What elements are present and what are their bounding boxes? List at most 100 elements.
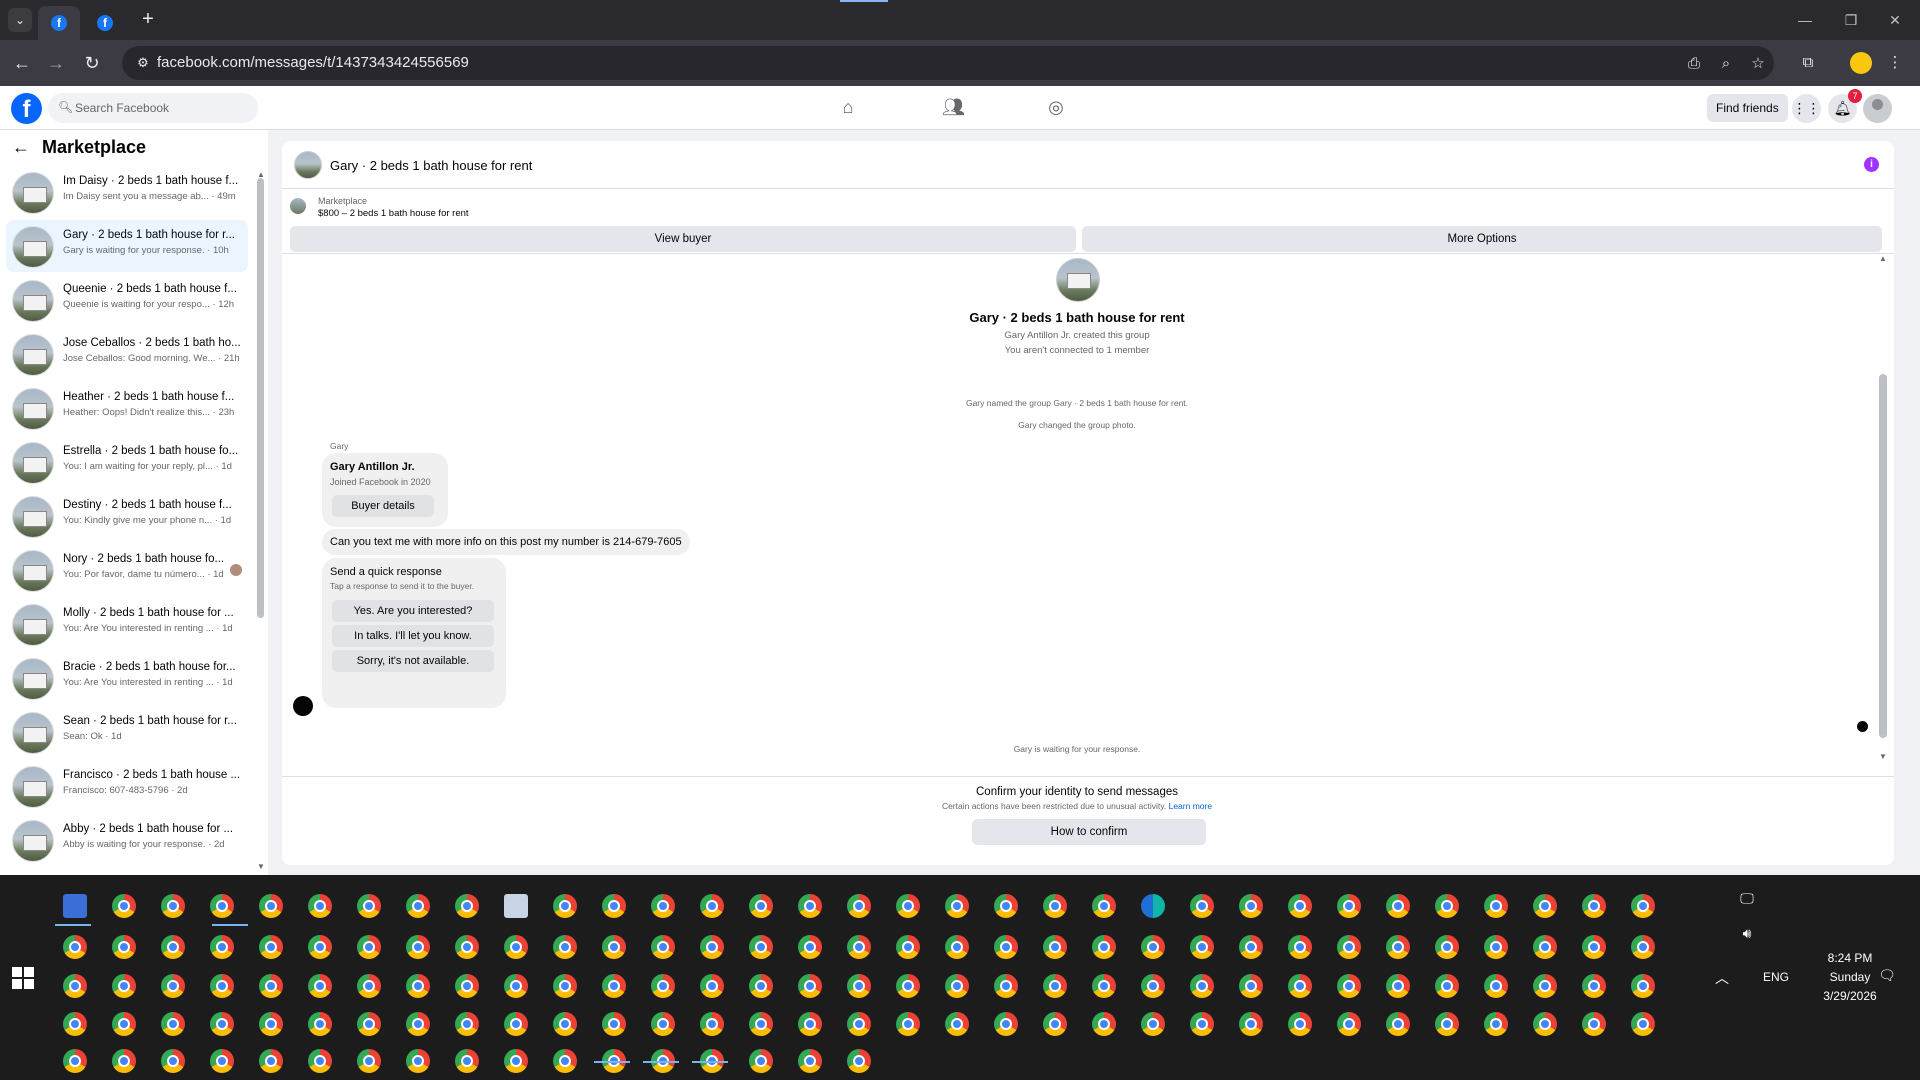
scroll-down-arrow-icon[interactable]: ▼ [1878, 752, 1888, 761]
chrome-app-icon[interactable] [1386, 935, 1410, 959]
chrome-app-icon[interactable] [651, 1012, 675, 1036]
chrome-app-icon[interactable] [308, 1012, 332, 1036]
listing-price[interactable]: $800 – 2 beds 1 bath house for rent [318, 208, 469, 219]
conversation-item-active[interactable]: Gary · 2 beds 1 bath house for r... Gary… [6, 220, 248, 272]
conversation-item[interactable]: Heather · 2 beds 1 bath house f... Heath… [6, 382, 248, 434]
conversation-item[interactable]: Destiny · 2 beds 1 bath house f... You: … [6, 490, 248, 542]
chrome-app-icon[interactable] [406, 935, 430, 959]
chrome-app-icon[interactable] [1043, 894, 1067, 918]
chrome-app-icon[interactable] [1386, 1012, 1410, 1036]
chrome-app-icon[interactable] [1386, 894, 1410, 918]
chrome-app-icon[interactable] [847, 1049, 871, 1073]
info-icon[interactable]: i [1864, 157, 1879, 172]
chrome-app-icon[interactable] [1190, 1012, 1214, 1036]
chrome-app-icon[interactable] [700, 974, 724, 998]
chrome-app-icon[interactable] [1239, 1012, 1263, 1036]
browser-tab-facebook-2[interactable]: f [84, 6, 126, 40]
chrome-app-icon[interactable] [945, 974, 969, 998]
chrome-app-icon[interactable] [553, 1049, 577, 1073]
conversation-item[interactable]: Jose Ceballos · 2 beds 1 bath ho... Jose… [6, 328, 248, 380]
pinned-app-icon[interactable] [63, 894, 87, 918]
chat-title[interactable]: Gary · 2 beds 1 bath house for rent [330, 158, 532, 173]
chrome-app-icon[interactable] [1239, 935, 1263, 959]
chrome-app-icon[interactable] [504, 974, 528, 998]
chrome-app-icon[interactable] [994, 1012, 1018, 1036]
chrome-app-icon[interactable] [112, 935, 136, 959]
chrome-app-icon[interactable] [651, 935, 675, 959]
chrome-app-icon[interactable] [112, 894, 136, 918]
chrome-app-icon[interactable] [553, 935, 577, 959]
chrome-app-icon[interactable] [553, 974, 577, 998]
chrome-app-icon[interactable] [749, 935, 773, 959]
chrome-app-icon[interactable] [259, 935, 283, 959]
facebook-search-input[interactable]: 🔍︎ Search Facebook [48, 93, 258, 123]
friends-icon[interactable]: 👥︎ [942, 96, 965, 118]
chrome-app-icon[interactable] [210, 1012, 234, 1036]
chrome-app-icon[interactable] [1092, 894, 1116, 918]
chrome-app-icon[interactable] [700, 894, 724, 918]
chrome-app-icon[interactable] [1288, 894, 1312, 918]
chrome-app-icon[interactable] [455, 894, 479, 918]
chrome-app-icon[interactable] [1288, 1012, 1312, 1036]
chrome-app-icon[interactable] [161, 1012, 185, 1036]
chrome-app-icon[interactable] [1043, 1012, 1067, 1036]
chrome-app-icon[interactable] [1386, 974, 1410, 998]
windows-start-icon[interactable] [12, 967, 34, 989]
chrome-app-icon[interactable] [847, 974, 871, 998]
chrome-app-icon[interactable] [406, 974, 430, 998]
chrome-app-icon[interactable] [455, 1012, 479, 1036]
chrome-app-icon[interactable] [994, 935, 1018, 959]
bookmark-star-icon[interactable]: ☆ [1748, 54, 1768, 74]
tab-search-dropdown-icon[interactable]: ⌄ [8, 8, 32, 32]
chrome-app-icon[interactable] [553, 1012, 577, 1036]
chrome-app-icon[interactable] [308, 894, 332, 918]
menu-grid-icon[interactable]: ⋮⋮ [1792, 94, 1821, 123]
chrome-app-icon[interactable] [798, 1012, 822, 1036]
chrome-app-icon[interactable] [1190, 974, 1214, 998]
chrome-app-icon[interactable] [1631, 1012, 1655, 1036]
chrome-app-icon[interactable] [308, 1049, 332, 1073]
chrome-app-icon[interactable] [1337, 974, 1361, 998]
chrome-app-icon[interactable] [896, 894, 920, 918]
conversation-item[interactable]: Abby · 2 beds 1 bath house for ... Abby … [6, 814, 248, 866]
quick-response-in-talks-button[interactable]: In talks. I'll let you know. [332, 625, 494, 647]
buyer-details-button[interactable]: Buyer details [332, 495, 434, 517]
chrome-app-icon[interactable] [1582, 974, 1606, 998]
scroll-down-arrow-icon[interactable]: ▼ [256, 862, 266, 871]
chrome-app-icon[interactable] [1582, 1012, 1606, 1036]
back-arrow-icon[interactable]: ← [12, 137, 30, 158]
sidebar-scrollbar[interactable] [257, 178, 264, 618]
edge-app-icon[interactable] [1141, 894, 1165, 918]
chrome-app-icon[interactable] [798, 974, 822, 998]
browser-tab-facebook-1[interactable]: f [38, 6, 80, 40]
chrome-app-icon[interactable] [308, 974, 332, 998]
language-indicator[interactable]: ENG [1756, 970, 1796, 984]
how-to-confirm-button[interactable]: How to confirm [972, 819, 1206, 845]
zoom-icon[interactable]: ⌕ [1716, 54, 1736, 74]
chrome-app-icon[interactable] [700, 935, 724, 959]
chrome-app-icon[interactable] [847, 1012, 871, 1036]
chrome-app-icon[interactable] [896, 974, 920, 998]
browser-profile-icon[interactable] [1850, 52, 1872, 74]
conversation-item[interactable]: Nory · 2 beds 1 bath house fo... You: Po… [6, 544, 248, 596]
chrome-app-icon[interactable] [63, 935, 87, 959]
groups-icon[interactable]: ◎ [1045, 96, 1067, 118]
chrome-app-icon[interactable] [1141, 974, 1165, 998]
clock-time[interactable]: 8:24 PM [1810, 951, 1890, 965]
chrome-app-icon[interactable] [749, 1049, 773, 1073]
volume-icon[interactable]: 🔊︎ [1737, 925, 1757, 942]
chrome-app-icon[interactable] [1190, 894, 1214, 918]
chrome-app-icon[interactable] [847, 894, 871, 918]
chrome-app-icon[interactable] [1288, 935, 1312, 959]
chrome-app-icon[interactable] [847, 935, 871, 959]
network-icon[interactable]: 🖵 [1737, 890, 1757, 907]
address-bar[interactable]: ⚙ facebook.com/messages/t/14373434245565… [122, 46, 1774, 80]
conversation-item[interactable]: Im Daisy · 2 beds 1 bath house f... Im D… [6, 166, 248, 218]
chrome-app-icon[interactable] [259, 1049, 283, 1073]
chrome-app-icon[interactable] [1435, 1012, 1459, 1036]
back-arrow-icon[interactable]: ← [10, 51, 34, 75]
chrome-app-icon[interactable] [357, 1012, 381, 1036]
chrome-app-icon[interactable] [112, 974, 136, 998]
chrome-app-icon[interactable] [161, 974, 185, 998]
extensions-puzzle-icon[interactable]: ⧉ [1797, 52, 1819, 74]
